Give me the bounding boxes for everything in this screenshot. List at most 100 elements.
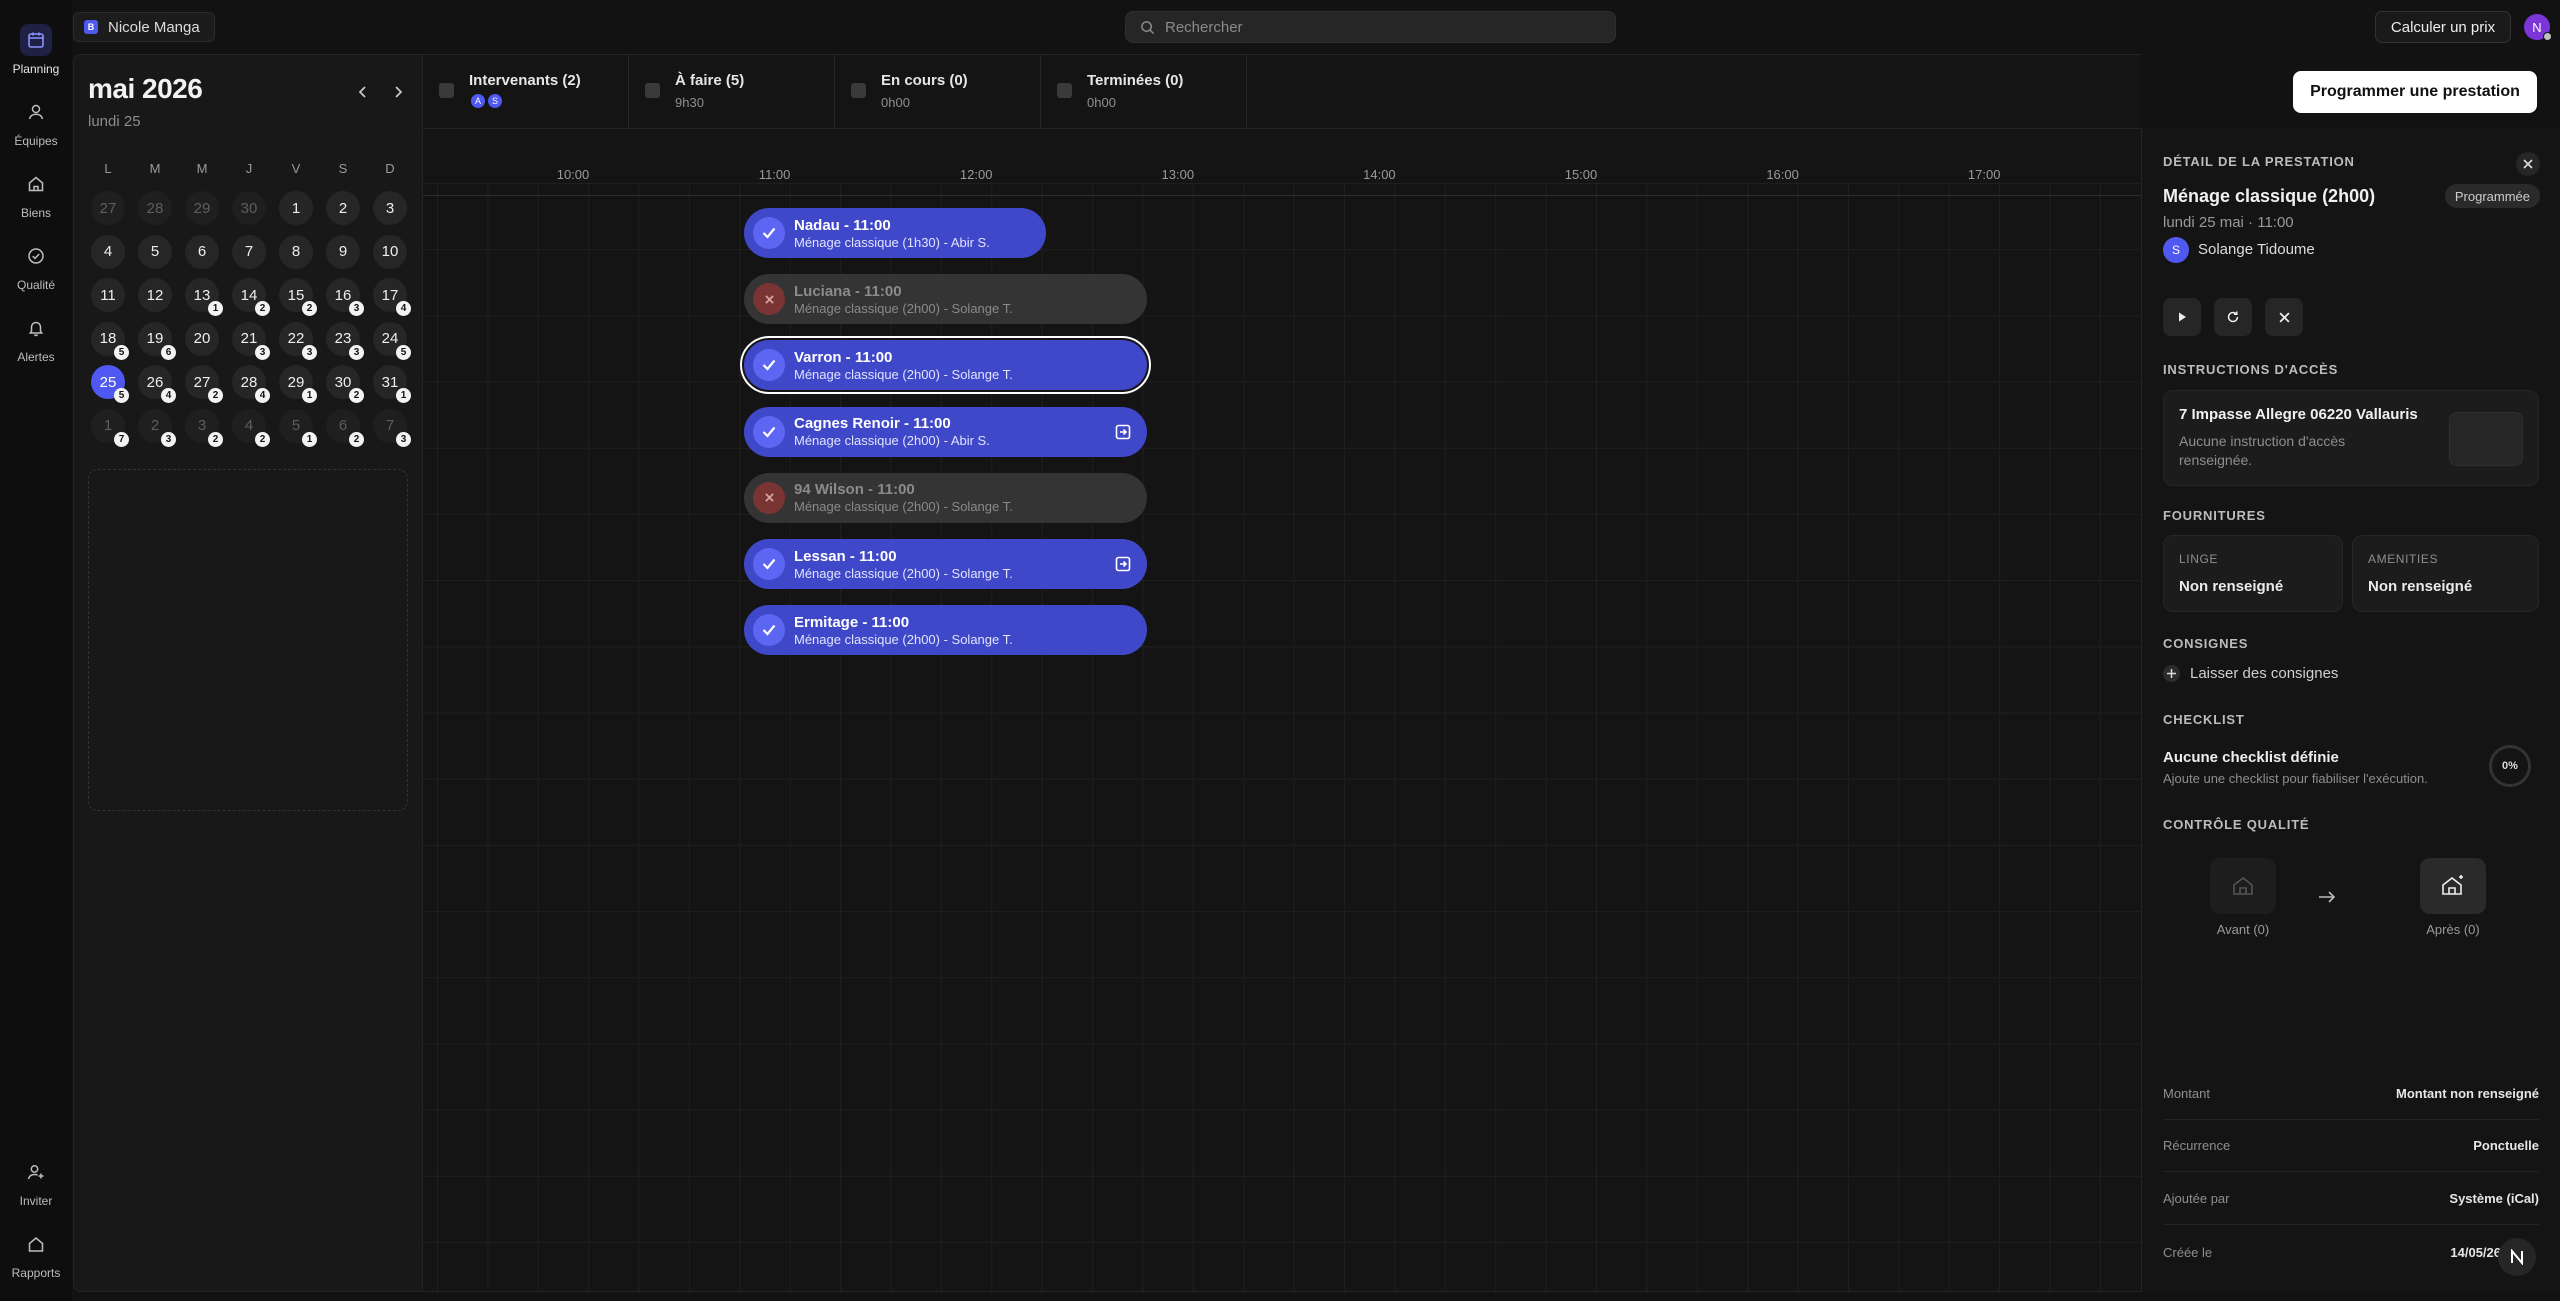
assistant-button[interactable]: [2498, 1238, 2536, 1276]
schedule-service-button[interactable]: Programmer une prestation: [2293, 71, 2537, 113]
calendar-day[interactable]: 42: [232, 408, 270, 447]
filter-checkbox[interactable]: [439, 83, 454, 98]
user-avatar[interactable]: N: [2524, 14, 2552, 41]
calendar-day[interactable]: 21 3: [232, 321, 270, 360]
nav-item-qualite[interactable]: Qualité: [2, 240, 70, 292]
after-photos-button[interactable]: [2420, 858, 2486, 914]
calendar-day[interactable]: 11: [91, 278, 125, 312]
linge-card[interactable]: LINGE Non renseigné: [2163, 535, 2343, 612]
cancel-service-button[interactable]: [2265, 298, 2303, 336]
calendar-day[interactable]: 62: [326, 408, 364, 447]
event-card-selected[interactable]: Varron - 11:00 Ménage classique (2h00) - …: [740, 336, 1151, 395]
day-number: 30: [334, 373, 352, 391]
day-number: 16: [334, 286, 352, 304]
map-thumbnail[interactable]: [2449, 412, 2523, 466]
calendar-day[interactable]: 3: [373, 191, 407, 225]
calendar-day[interactable]: 29: [185, 191, 219, 225]
leave-instructions-button[interactable]: Laisser des consignes: [2163, 665, 2338, 682]
calendar-day[interactable]: 1: [279, 191, 313, 225]
calendar-day[interactable]: 19 6: [138, 321, 176, 360]
calendar-day[interactable]: 7: [232, 234, 266, 269]
calendar-day[interactable]: 12: [138, 278, 172, 312]
nav-item-inviter[interactable]: Inviter: [2, 1156, 70, 1208]
nav-item-planning[interactable]: Planning: [2, 24, 70, 76]
calendar-day[interactable]: 23 3: [326, 321, 364, 360]
calendar-day[interactable]: 27 2: [185, 365, 223, 403]
stat-terminees[interactable]: Terminées (0) 0h00: [1041, 55, 1247, 128]
calendar-day[interactable]: 31 1: [373, 365, 411, 403]
day-number: 3: [385, 199, 395, 217]
access-note: Aucune instruction d'accès renseignée.: [2179, 433, 2346, 468]
event-card[interactable]: 94 Wilson - 11:00 Ménage classique (2h00)…: [744, 472, 1147, 523]
start-button[interactable]: [2163, 298, 2201, 336]
calendar-day[interactable]: 2: [326, 191, 360, 225]
calendar-day[interactable]: 23: [138, 408, 176, 447]
event-card[interactable]: Lessan - 11:00 Ménage classique (2h00) - …: [744, 539, 1147, 589]
calendar-day[interactable]: 8: [279, 234, 313, 269]
info-row-recurrence: Récurrence Ponctuelle: [2163, 1120, 2539, 1172]
next-month-button[interactable]: [387, 81, 409, 103]
timeline-grid[interactable]: [423, 183, 2141, 1293]
calendar-day[interactable]: 17: [91, 408, 129, 447]
calendar-day[interactable]: 51: [279, 408, 317, 447]
calendar-day[interactable]: 15 2: [279, 278, 317, 316]
calendar-day[interactable]: 30: [232, 191, 266, 225]
event-card[interactable]: Cagnes Renoir - 11:00 Ménage classique (2…: [744, 406, 1147, 457]
calendar-day[interactable]: 17 4: [373, 278, 411, 316]
calendar-day[interactable]: 16 3: [326, 278, 364, 316]
calendar-day[interactable]: 10: [373, 234, 407, 269]
event-subtitle: Ménage classique (2h00) - Solange T.: [794, 366, 1013, 382]
workspace-switcher[interactable]: B Nicole Manga: [73, 12, 215, 42]
event-card[interactable]: Ermitage - 11:00 Ménage classique (2h00) …: [744, 605, 1147, 656]
nav-item-equipes[interactable]: Équipes: [2, 96, 70, 148]
search-bar[interactable]: [1125, 11, 1616, 43]
stat-a-faire[interactable]: À faire (5) 9h30: [629, 55, 835, 128]
unassigned-dropzone[interactable]: [88, 469, 408, 811]
calendar-day[interactable]: 14 2: [232, 278, 270, 316]
calendar-day[interactable]: 29 1: [279, 365, 317, 403]
avatar: A: [471, 94, 485, 108]
stat-en-cours[interactable]: En cours (0) 0h00: [835, 55, 1041, 128]
before-photos-button[interactable]: [2210, 858, 2276, 914]
calendar-day[interactable]: 22 3: [279, 321, 317, 360]
hour-label: 10:00: [556, 167, 590, 182]
hour-label: 11:00: [758, 167, 791, 182]
filter-checkbox[interactable]: [1057, 83, 1072, 98]
calendar-day[interactable]: 13 1: [185, 278, 223, 316]
calendar-day-selected[interactable]: 25 5: [91, 365, 129, 403]
filter-checkbox[interactable]: [645, 83, 660, 98]
calendar-day[interactable]: 28 4: [232, 365, 270, 403]
calendar-day[interactable]: 5: [138, 234, 172, 269]
event-card[interactable]: Nadau - 11:00 Ménage classique (1h30) - A…: [744, 208, 1046, 258]
assignee-name[interactable]: Solange Tidoume: [2198, 241, 2315, 258]
calendar-day[interactable]: 24 5: [373, 321, 411, 360]
calendar-day[interactable]: 28: [138, 191, 172, 225]
event-title: 94 Wilson - 11:00: [794, 481, 915, 499]
reschedule-button[interactable]: [2214, 298, 2252, 336]
amenities-card[interactable]: AMENITIES Non renseigné: [2352, 535, 2539, 612]
hour-label: 16:00: [1766, 167, 1799, 182]
calendar-day[interactable]: 30 2: [326, 365, 364, 403]
day-number: 29: [193, 199, 211, 217]
calendar-day[interactable]: 26 4: [138, 365, 176, 403]
calendar-day[interactable]: 18 5: [91, 321, 129, 360]
nav-item-rapports[interactable]: Rapports: [2, 1228, 70, 1280]
calendar-day[interactable]: 9: [326, 234, 360, 269]
calendar-day[interactable]: 27: [91, 191, 125, 225]
stat-intervenants[interactable]: Intervenants (2) A S: [423, 55, 629, 128]
close-detail-button[interactable]: [2516, 152, 2540, 176]
calendar-day[interactable]: 4: [91, 234, 125, 269]
filter-checkbox[interactable]: [851, 83, 866, 98]
calculate-price-button[interactable]: Calculer un prix: [2375, 11, 2511, 43]
day-count-badge: 1: [396, 388, 411, 403]
event-card[interactable]: Luciana - 11:00 Ménage classique (2h00) -…: [744, 274, 1147, 325]
calendar-day[interactable]: 73: [373, 408, 411, 447]
nav-item-biens[interactable]: Biens: [2, 168, 70, 220]
prev-month-button[interactable]: [352, 81, 374, 103]
calendar-day[interactable]: 32: [185, 408, 223, 447]
calendar-day[interactable]: 6: [185, 234, 219, 269]
info-value: Système (iCal): [2449, 1191, 2539, 1206]
calendar-day[interactable]: 20: [185, 321, 219, 356]
nav-item-alertes[interactable]: Alertes: [2, 312, 70, 364]
search-input[interactable]: [1165, 18, 1585, 36]
